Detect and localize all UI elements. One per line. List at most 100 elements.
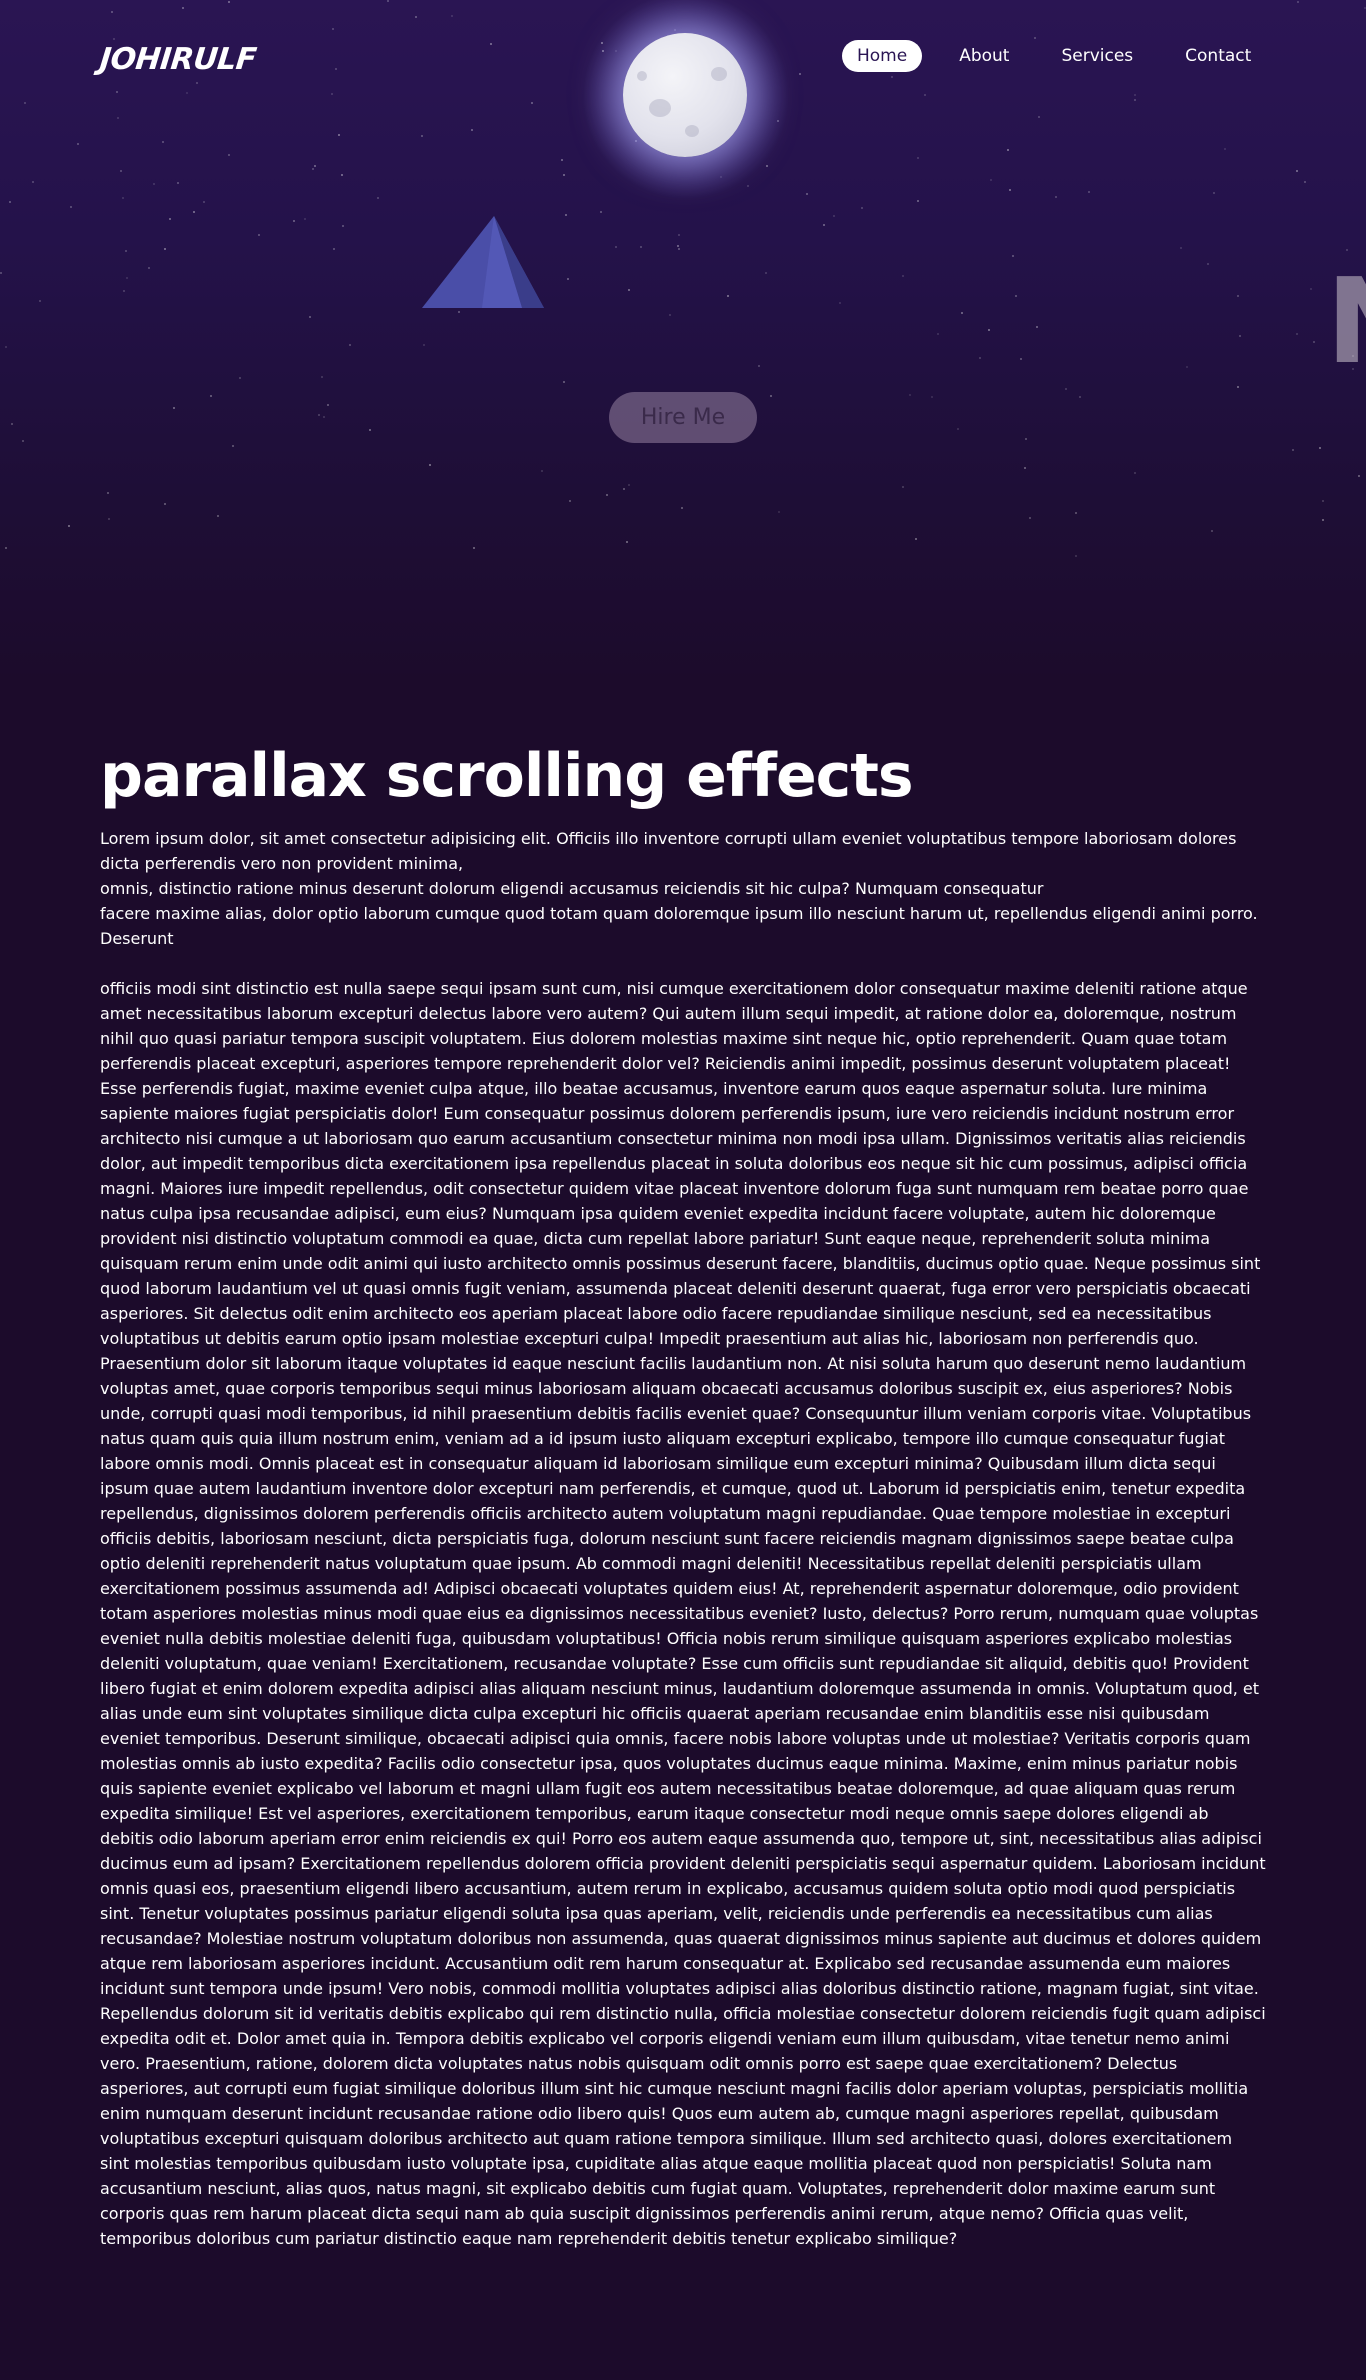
pyramid-icon — [422, 216, 544, 308]
star — [70, 206, 72, 208]
star — [1296, 170, 1298, 172]
star — [1313, 341, 1315, 343]
star — [778, 511, 780, 513]
star — [569, 500, 571, 502]
star — [182, 7, 184, 9]
star — [1075, 512, 1077, 514]
star — [68, 525, 70, 527]
star — [924, 94, 926, 96]
star — [990, 179, 992, 181]
star — [415, 16, 417, 18]
star — [9, 201, 11, 203]
moon-crater — [637, 71, 647, 81]
star — [1007, 149, 1009, 151]
star — [22, 440, 24, 442]
intro-paragraph: Lorem ipsum dolor, sit amet consectetur … — [100, 826, 1266, 951]
star — [5, 547, 7, 549]
main-content: parallax scrolling effects Lorem ipsum d… — [100, 740, 1266, 2251]
star — [387, 0, 389, 2]
star — [232, 445, 234, 447]
star — [1036, 326, 1038, 328]
nav-services[interactable]: Services — [1046, 40, 1148, 72]
star — [1207, 263, 1209, 265]
star — [531, 102, 533, 104]
star — [1239, 335, 1241, 337]
star — [162, 141, 164, 143]
nav-contact[interactable]: Contact — [1170, 40, 1266, 72]
star — [758, 365, 760, 367]
star — [342, 225, 344, 227]
star — [623, 488, 625, 490]
star — [193, 211, 195, 213]
star — [111, 11, 113, 13]
star — [600, 211, 602, 213]
star — [1237, 295, 1239, 297]
star — [169, 218, 171, 220]
star — [228, 1, 230, 3]
star — [173, 407, 175, 409]
hire-me-button[interactable]: Hire Me — [609, 392, 757, 443]
star — [304, 218, 306, 220]
star — [1038, 116, 1040, 118]
star — [563, 174, 565, 176]
intro-line: facere maxime alias, dolor optio laborum… — [100, 904, 1258, 948]
star — [177, 182, 179, 184]
moon-crater — [649, 99, 671, 117]
star — [678, 234, 680, 236]
star — [125, 250, 127, 252]
star — [210, 395, 212, 397]
star — [565, 214, 567, 216]
star — [0, 272, 2, 274]
nav-home[interactable]: Home — [842, 40, 923, 72]
body-paragraph: officiis modi sint distinctio est nulla … — [100, 979, 1266, 2248]
moon-crater — [685, 125, 699, 137]
star — [323, 416, 325, 418]
star — [615, 246, 617, 248]
star — [917, 200, 919, 202]
star — [32, 181, 34, 183]
intro-line: omnis, distinctio ratione minus deserunt… — [100, 879, 1044, 898]
star — [341, 174, 343, 176]
logo[interactable]: JOHIRULF — [98, 42, 258, 77]
star — [1075, 555, 1077, 557]
star — [369, 429, 371, 431]
star — [113, 38, 115, 40]
star — [1015, 295, 1017, 297]
moon-icon — [623, 33, 747, 157]
star — [957, 428, 959, 430]
star — [164, 503, 166, 505]
star — [1319, 447, 1321, 449]
star — [626, 541, 628, 543]
star — [258, 234, 260, 236]
star — [988, 329, 990, 331]
star — [332, 28, 334, 30]
star — [1224, 148, 1226, 150]
moon-crater — [711, 67, 727, 81]
star — [471, 129, 473, 131]
star — [327, 404, 329, 406]
star — [331, 93, 333, 95]
star — [915, 538, 917, 540]
star — [148, 267, 150, 269]
star — [107, 492, 109, 494]
star — [766, 165, 768, 167]
star — [1211, 530, 1213, 532]
nav-about[interactable]: About — [944, 40, 1024, 72]
star — [1237, 386, 1239, 388]
main-nav: Home About Services Contact — [842, 40, 1288, 72]
star — [126, 277, 128, 279]
star — [318, 414, 320, 416]
star — [727, 295, 729, 297]
star — [116, 91, 118, 93]
intro-line: Lorem ipsum dolor, sit amet consectetur … — [100, 829, 1237, 873]
star — [293, 220, 295, 222]
star — [891, 76, 893, 78]
star — [1358, 475, 1360, 477]
star — [228, 154, 230, 156]
star — [458, 311, 460, 313]
star — [677, 245, 679, 247]
star — [321, 376, 323, 378]
star — [123, 290, 125, 292]
star — [861, 207, 863, 209]
star — [669, 314, 671, 316]
